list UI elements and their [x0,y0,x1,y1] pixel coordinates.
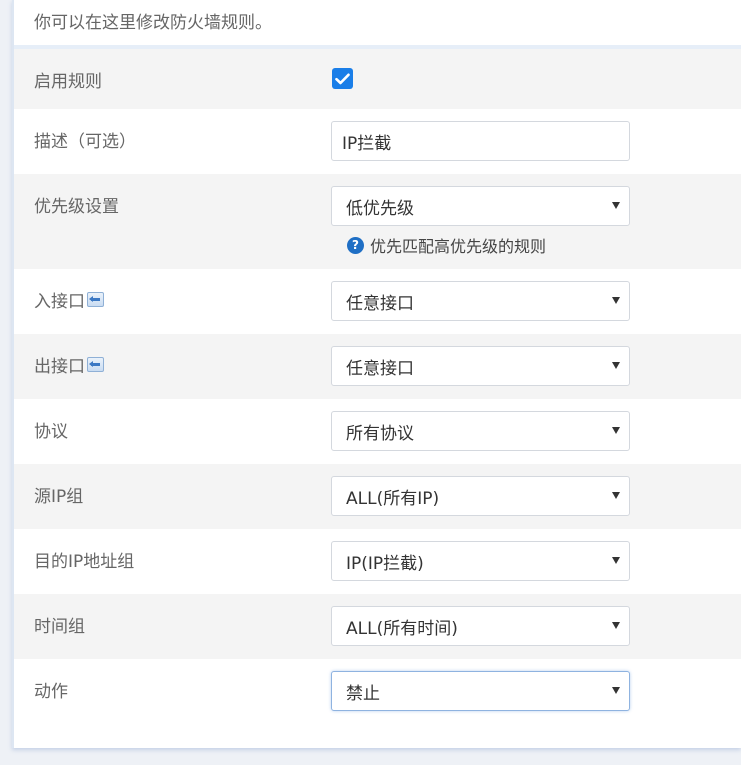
chevron-down-icon [612,427,620,434]
description-input[interactable]: IP拦截 [331,121,630,161]
question-circle-icon: ? [347,236,364,254]
in-interface-label-text: 入接口 [34,292,85,312]
source-ip-group-label: 源IP组 [34,487,84,507]
protocol-label: 协议 [34,422,68,442]
time-group-select[interactable]: ALL(所有时间) [331,606,630,646]
left-strip [0,0,12,765]
priority-label: 优先级设置 [34,197,119,217]
chevron-down-icon [612,362,620,369]
description-value: IP拦截 [342,133,392,154]
priority-hint-text: 优先匹配高优先级的规则 [370,237,547,256]
source-ip-group-select[interactable]: ALL(所有IP) [331,476,630,516]
row-enable-rule: 启用规则 [14,49,741,109]
chevron-down-icon [612,687,620,694]
protocol-value: 所有协议 [346,423,414,444]
chevron-down-icon [612,492,620,499]
destination-ip-group-label: 目的IP地址组 [34,552,135,572]
in-interface-value: 任意接口 [346,293,414,314]
enable-rule-label: 启用规则 [34,72,102,92]
checkmark-icon [335,73,350,84]
out-interface-select[interactable]: 任意接口 [331,346,630,386]
out-interface-label-text: 出接口 [34,357,85,377]
chevron-down-icon [612,557,620,564]
priority-hint: ? 优先匹配高优先级的规则 [347,233,546,257]
destination-ip-group-select[interactable]: IP(IP拦截) [331,541,630,581]
intro-text: 你可以在这里修改防火墙规则。 [34,13,272,33]
chevron-down-icon [612,202,620,209]
interface-info-icon[interactable] [87,357,104,372]
source-ip-group-value: ALL(所有IP) [346,488,440,509]
destination-ip-group-value: IP(IP拦截) [346,553,424,574]
description-label: 描述（可选） [34,132,136,152]
protocol-select[interactable]: 所有协议 [331,411,630,451]
action-value: 禁止 [346,683,380,704]
out-interface-value: 任意接口 [346,358,414,379]
priority-select[interactable]: 低优先级 [331,186,630,226]
enable-rule-checkbox[interactable] [332,68,353,89]
action-select[interactable]: 禁止 [331,671,630,711]
priority-value: 低优先级 [346,198,414,219]
chevron-down-icon [612,622,620,629]
chevron-down-icon [612,297,620,304]
in-interface-select[interactable]: 任意接口 [331,281,630,321]
out-interface-label: 出接口 [34,352,104,377]
time-group-label: 时间组 [34,617,85,637]
interface-info-icon[interactable] [87,292,104,307]
action-label: 动作 [34,682,68,702]
time-group-value: ALL(所有时间) [346,618,458,639]
in-interface-label: 入接口 [34,287,104,312]
